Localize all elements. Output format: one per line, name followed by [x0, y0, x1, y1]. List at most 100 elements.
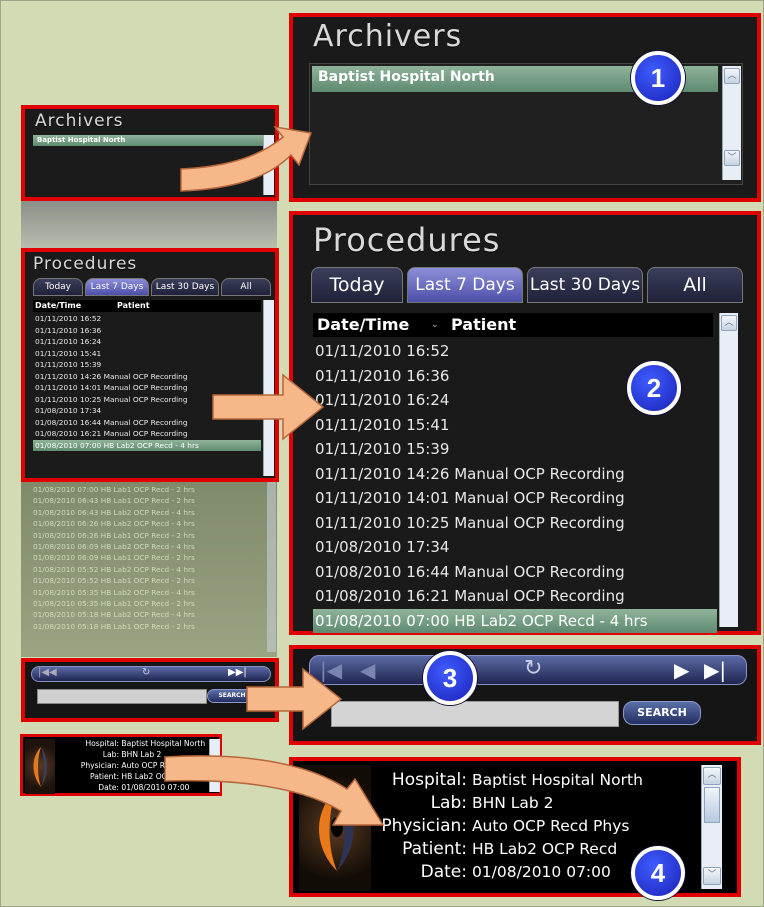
procedure-row[interactable]: 01/11/2010 14:01 Manual OCP Recording — [313, 486, 717, 511]
col-patient[interactable]: Patient — [451, 313, 516, 337]
small-faded-list: 01/08/2010 07:00 HB Lab1 OCP Recd - 2 hr… — [33, 484, 265, 632]
small-procedures-title: Procedures — [33, 254, 138, 274]
small-faded-row: 01/08/2010 05:52 HB Lab2 OCP Recd - 4 hr… — [33, 564, 195, 574]
small-search-input[interactable] — [37, 689, 207, 704]
small-info-label-lab: Lab: — [102, 750, 119, 759]
callout-2: 2 — [627, 361, 681, 415]
small-first-icon[interactable]: |◀◀ — [38, 667, 57, 678]
info-scroll-up-icon[interactable]: ︿ — [703, 767, 721, 785]
small-procedure-row-datetime: 01/08/2010 16:44 — [35, 417, 102, 427]
small-faded-row: 01/08/2010 06:09 HB Lab2 OCP Recd - 4 hr… — [33, 542, 195, 552]
small-procedure-row-patient: HB Lab2 OCP Recd - 4 hrs — [103, 440, 199, 450]
small-info-label-date: Date: — [98, 783, 119, 792]
archivers-scrollbar[interactable]: ︿ ﹀ — [722, 66, 741, 180]
small-procedure-row-patient: Manual OCP Recording — [103, 394, 188, 404]
small-tab-last-7-days[interactable]: Last 7 Days — [85, 278, 149, 296]
nav-bar: |◀ ◀ ↻ ▶ ▶| — [309, 655, 747, 685]
procedure-row-datetime: 01/11/2010 15:39 — [315, 440, 450, 458]
small-faded-row: 01/08/2010 06:09 HB Lab1 OCP Recd - 2 hr… — [33, 553, 195, 563]
procedure-row[interactable]: 01/11/2010 10:25 Manual OCP Recording — [313, 511, 717, 536]
small-col-datetime[interactable]: Date/Time — [35, 300, 81, 312]
info-scroll-thumb[interactable] — [704, 787, 720, 823]
small-faded-scrollbar — [267, 482, 276, 652]
procedure-row[interactable]: 01/11/2010 15:39 — [313, 437, 717, 462]
archivers-callout-box: Archivers Baptist Hospital North ︿ ﹀ — [289, 13, 761, 202]
small-tab-today[interactable]: Today — [33, 278, 83, 296]
small-logo-icon — [33, 747, 47, 787]
tab-today[interactable]: Today — [311, 267, 403, 303]
small-faded-row: 01/08/2010 06:43 HB Lab2 OCP Recd - 4 hr… — [33, 507, 195, 517]
small-info-label-hospital: Hospital: — [85, 739, 119, 748]
procedure-row-datetime: 01/11/2010 16:24 — [315, 391, 450, 409]
procedures-title: Procedures — [313, 221, 501, 259]
small-procedure-row[interactable]: 01/11/2010 16:36 — [33, 325, 261, 337]
info-value-lab: BHN Lab 2 — [471, 794, 554, 812]
small-faded-row: 01/08/2010 06:26 HB Lab2 OCP Recd - 4 hr… — [33, 519, 195, 529]
callout-4: 4 — [631, 846, 685, 900]
small-faded-row: 01/08/2010 05:35 HB Lab1 OCP Recd - 2 hr… — [33, 599, 195, 609]
small-procedure-row-datetime: 01/11/2010 15:39 — [35, 360, 102, 369]
procedure-row[interactable]: 01/08/2010 16:44 Manual OCP Recording — [313, 560, 717, 585]
info-scroll-down-icon[interactable]: ﹀ — [703, 867, 721, 885]
small-archivers-title: Archivers — [35, 111, 124, 131]
procedure-row[interactable]: 01/11/2010 15:41 — [313, 413, 717, 438]
procedure-row-patient: Manual OCP Recording — [454, 587, 625, 605]
refresh-icon[interactable]: ↻ — [524, 656, 542, 681]
procedures-callout-box: Procedures Today Last 7 Days Last 30 Day… — [289, 211, 761, 635]
info-value-date: 01/08/2010 07:00 — [471, 863, 611, 881]
prev-page-icon[interactable]: ◀ — [360, 658, 375, 682]
archivers-title: Archivers — [313, 19, 463, 54]
small-gap-area — [21, 201, 277, 249]
search-input[interactable] — [331, 701, 619, 727]
small-procedure-row-datetime: 01/11/2010 14:26 — [35, 371, 102, 381]
procedure-row[interactable]: 01/11/2010 14:26 Manual OCP Recording — [313, 462, 717, 487]
procedures-scrollbar[interactable]: ︿ — [719, 313, 738, 627]
callout-1: 1 — [631, 51, 685, 105]
col-datetime[interactable]: Date/Time — [317, 313, 409, 337]
procedures-scroll-up-icon[interactable]: ︿ — [721, 315, 737, 331]
procedure-row[interactable]: 01/08/2010 16:21 Manual OCP Recording — [313, 584, 717, 609]
small-procedure-row[interactable]: 01/11/2010 16:24 — [33, 336, 261, 348]
small-tab-all[interactable]: All — [221, 278, 271, 296]
search-button[interactable]: SEARCH — [623, 701, 701, 725]
small-last-icon[interactable]: ▶▶| — [228, 667, 247, 678]
procedure-row[interactable]: 01/11/2010 16:52 — [313, 339, 717, 364]
procedure-row-datetime: 01/11/2010 14:01 — [315, 489, 450, 507]
small-procedure-row-datetime: 01/11/2010 16:24 — [35, 337, 102, 346]
procedure-row-datetime: 01/11/2010 16:36 — [315, 366, 450, 385]
arrow-archivers-icon — [180, 125, 313, 192]
small-refresh-icon[interactable]: ↻ — [142, 667, 150, 678]
small-procedure-row-patient: Manual OCP Recording — [103, 371, 188, 381]
small-procedure-row-datetime: 01/11/2010 16:36 — [35, 325, 102, 335]
small-procedure-row[interactable]: 01/11/2010 15:41 — [33, 348, 261, 360]
archivers-scroll-down-icon[interactable]: ﹀ — [724, 150, 740, 166]
next-page-icon[interactable]: ▶ — [674, 658, 689, 682]
small-procedure-row-datetime: 01/08/2010 17:34 — [35, 406, 102, 415]
archivers-scroll-up-icon[interactable]: ︿ — [724, 68, 740, 84]
small-faded-row: 01/08/2010 05:18 HB Lab1 OCP Recd - 2 hr… — [33, 621, 195, 631]
small-search-panel: |◀◀ ↻ ▶▶| SEARCH — [21, 658, 279, 722]
small-col-patient[interactable]: Patient — [117, 300, 150, 312]
tab-last-7-days[interactable]: Last 7 Days — [407, 267, 523, 303]
last-page-icon[interactable]: ▶| — [704, 658, 726, 682]
info-value-hospital: Baptist Hospital North — [471, 771, 643, 789]
info-value-physician: Auto OCP Recd Phys — [471, 817, 630, 835]
procedure-row[interactable]: 01/08/2010 07:00 HB Lab2 OCP Recd - 4 hr… — [313, 608, 717, 633]
tab-last-30-days[interactable]: Last 30 Days — [527, 267, 643, 303]
small-tab-last-30-days[interactable]: Last 30 Days — [151, 278, 219, 296]
procedure-row-datetime: 01/11/2010 10:25 — [315, 513, 450, 532]
procedure-row-datetime: 01/11/2010 16:52 — [315, 342, 450, 360]
procedure-row[interactable]: 01/08/2010 17:34 — [313, 535, 717, 560]
procedure-row-patient: Manual OCP Recording — [454, 562, 625, 581]
tab-all[interactable]: All — [647, 267, 743, 303]
small-info-label-physician: Physician: — [80, 761, 119, 770]
info-scrollbar[interactable]: ︿ ﹀ — [701, 765, 722, 889]
small-logo — [25, 739, 55, 794]
small-procedure-row[interactable]: 01/11/2010 16:52 — [33, 313, 261, 325]
info-value-patient: HB Lab2 OCP Recd — [471, 840, 618, 858]
procedures-header: Date/Time ⌄ Patient — [313, 313, 713, 337]
small-faded-row: 01/08/2010 05:18 HB Lab2 OCP Recd - 4 hr… — [33, 610, 195, 620]
small-procedure-row-datetime: 01/11/2010 14:01 — [35, 383, 102, 392]
small-faded-row: 01/08/2010 06:43 HB Lab1 OCP Recd - 2 hr… — [33, 496, 195, 506]
procedure-row-datetime: 01/08/2010 17:34 — [315, 538, 450, 556]
